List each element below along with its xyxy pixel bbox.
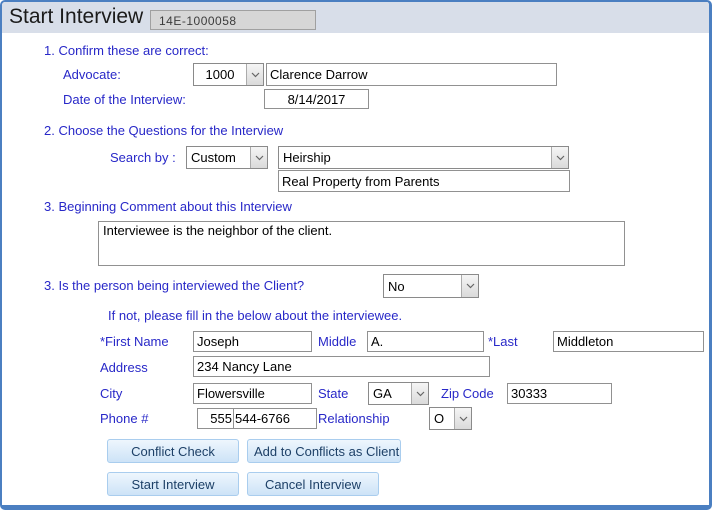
page-title: Start Interview — [9, 5, 143, 29]
phone-label: Phone # — [100, 411, 148, 426]
is-client-value: No — [384, 275, 461, 297]
start-interview-window: Start Interview 1. Confirm these are cor… — [0, 0, 712, 510]
question-category-select[interactable]: Heirship — [278, 146, 569, 169]
city-label: City — [100, 386, 122, 401]
dropdown-arrow-icon[interactable] — [454, 408, 471, 429]
middle-name-label: Middle — [318, 334, 356, 349]
dropdown-arrow-icon[interactable] — [411, 383, 428, 404]
state-value: GA — [369, 383, 411, 404]
relationship-label: Relationship — [318, 411, 390, 426]
advocate-code-select[interactable]: 1000 — [193, 63, 264, 86]
date-label: Date of the Interview: — [63, 92, 186, 107]
dropdown-arrow-icon[interactable] — [250, 147, 267, 168]
zip-code-input[interactable] — [507, 383, 612, 404]
section-questions-heading: 2. Choose the Questions for the Intervie… — [44, 123, 283, 138]
advocate-name-input[interactable] — [266, 63, 557, 86]
address-input[interactable] — [193, 356, 490, 377]
city-input[interactable] — [193, 383, 312, 404]
last-name-input[interactable] — [553, 331, 704, 352]
advocate-label: Advocate: — [63, 67, 121, 82]
search-by-label: Search by : — [110, 150, 176, 165]
section-confirm-heading: 1. Confirm these are correct: — [44, 43, 209, 58]
first-name-label: *First Name — [100, 334, 169, 349]
state-label: State — [318, 386, 348, 401]
cancel-interview-button[interactable]: Cancel Interview — [247, 472, 379, 496]
question-category-value: Heirship — [279, 147, 551, 168]
start-interview-button[interactable]: Start Interview — [107, 472, 239, 496]
relationship-value: O — [430, 408, 454, 429]
search-by-value: Custom — [187, 147, 250, 168]
first-name-input[interactable] — [193, 331, 312, 352]
section-comment-heading: 3. Beginning Comment about this Intervie… — [44, 199, 292, 214]
question-topic-input[interactable] — [278, 170, 570, 192]
last-name-label: *Last — [488, 334, 518, 349]
zip-code-label: Zip Code — [441, 386, 494, 401]
address-label: Address — [100, 360, 148, 375]
add-to-conflicts-button[interactable]: Add to Conflicts as Client — [247, 439, 401, 463]
phone-number-input[interactable] — [233, 408, 317, 429]
phone-area-code-input[interactable] — [197, 408, 234, 429]
middle-name-input[interactable] — [367, 331, 484, 352]
if-not-note: If not, please fill in the below about t… — [108, 308, 402, 323]
conflict-check-button[interactable]: Conflict Check — [107, 439, 239, 463]
interview-date-input[interactable] — [264, 89, 369, 109]
is-client-select[interactable]: No — [383, 274, 479, 298]
state-select[interactable]: GA — [368, 382, 429, 405]
relationship-select[interactable]: O — [429, 407, 472, 430]
advocate-code-value: 1000 — [194, 64, 246, 85]
beginning-comment-textarea[interactable]: Interviewee is the neighbor of the clien… — [98, 221, 625, 266]
section-client-heading: 3. Is the person being interviewed the C… — [44, 278, 304, 293]
dropdown-arrow-icon[interactable] — [246, 64, 263, 85]
dropdown-arrow-icon[interactable] — [461, 275, 478, 297]
case-number-field[interactable] — [150, 10, 316, 30]
dropdown-arrow-icon[interactable] — [551, 147, 568, 168]
search-by-select[interactable]: Custom — [186, 146, 268, 169]
